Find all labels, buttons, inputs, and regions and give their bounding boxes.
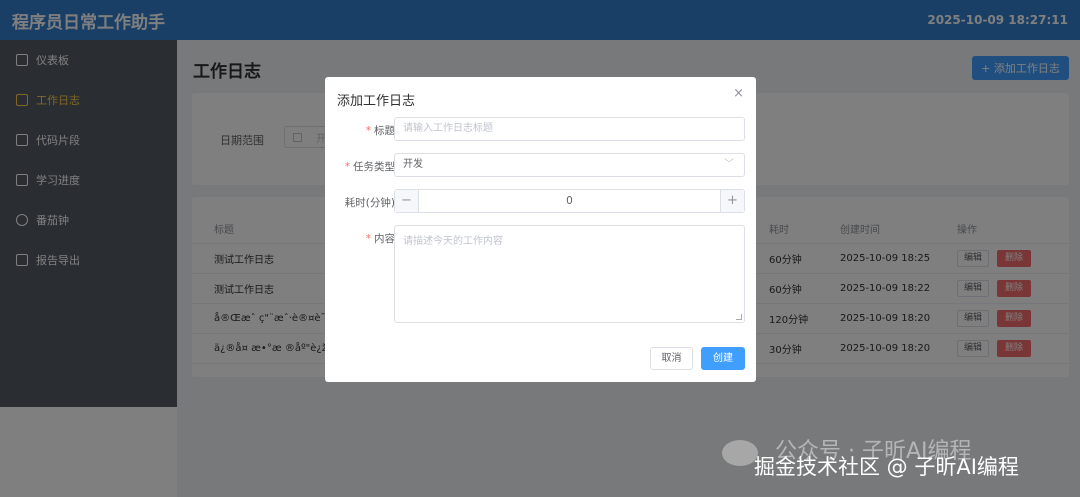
resize-handle[interactable] — [736, 314, 742, 320]
decrement-button[interactable]: − — [395, 190, 419, 212]
increment-button[interactable]: + — [720, 190, 744, 212]
task-type-label: * 任务类型 — [344, 161, 395, 173]
chevron-down-icon: ﹀ — [724, 159, 734, 170]
task-type-select[interactable]: 开发 ﹀ — [394, 153, 745, 177]
cancel-button[interactable]: 取消 — [650, 347, 693, 370]
close-icon[interactable]: × — [733, 86, 744, 101]
add-work-log-dialog: 添加工作日志 × * 标题 请输入工作日志标题 * 任务类型 开发 ﹀ 耗时(分钟)… — [325, 77, 756, 382]
duration-label: 耗时(分钟) — [344, 197, 395, 209]
dialog-title: 添加工作日志 — [337, 94, 416, 109]
content-label: * 内容 — [365, 233, 395, 245]
create-button[interactable]: 创建 — [701, 347, 745, 370]
content-placeholder: 请描述今天的工作内容 — [403, 236, 503, 247]
duration-stepper: − 0 + — [394, 189, 745, 213]
wechat-logo-icon — [722, 440, 758, 466]
title-label: * 标题 — [365, 125, 395, 137]
title-input[interactable]: 请输入工作日志标题 — [394, 117, 745, 141]
content-textarea[interactable]: 请描述今天的工作内容 — [394, 225, 745, 323]
duration-input[interactable]: 0 — [419, 190, 720, 212]
watermark-line2: 掘金技术社区 @ 子昕AI编程 — [754, 455, 1019, 479]
task-type-value: 开发 — [403, 159, 423, 170]
